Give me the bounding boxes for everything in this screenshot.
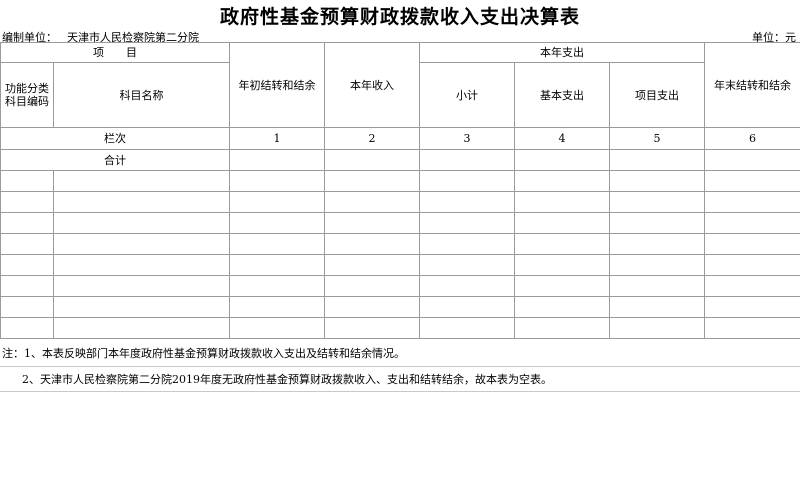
- table-row: [0, 212, 800, 234]
- total-label: 合计: [0, 149, 230, 171]
- total-cell: [229, 149, 325, 171]
- divider: [0, 391, 800, 392]
- header-expense-group: 本年支出: [419, 42, 705, 63]
- table-row: [0, 170, 800, 192]
- index-cell: 2: [324, 127, 420, 150]
- total-cell: [704, 149, 800, 171]
- total-cell: [609, 149, 705, 171]
- total-cell: [514, 149, 610, 171]
- table-row: [0, 296, 800, 318]
- note-2: 2、天津市人民检察院第二分院2019年度无政府性基金预算财政拨款收入、支出和结转…: [22, 373, 552, 386]
- index-row: 栏次 1 2 3 4 5 6: [0, 127, 800, 150]
- report-title: 政府性基金预算财政拨款收入支出决算表: [219, 6, 580, 28]
- index-cell: 4: [514, 127, 610, 150]
- header-subtotal: 小计: [419, 62, 515, 128]
- index-cell: 5: [609, 127, 705, 150]
- header-func-code: 功能分类 科目编码: [0, 62, 54, 128]
- table-row: [0, 191, 800, 213]
- header-item: 项 目: [0, 42, 230, 63]
- total-row: 合计: [0, 149, 800, 171]
- table-row: [0, 317, 800, 339]
- total-cell: [324, 149, 420, 171]
- table-row: [0, 254, 800, 276]
- header-begin-balance: 年初结转和结余: [229, 42, 325, 128]
- index-cell: 3: [419, 127, 515, 150]
- report-table: 项 目 年初结转和结余 本年收入 本年支出 年末结转和结余 功能分类 科目编码 …: [0, 42, 800, 339]
- header-project: 项目支出: [609, 62, 705, 128]
- divider: [0, 366, 800, 367]
- index-cell: 1: [229, 127, 325, 150]
- total-cell: [419, 149, 515, 171]
- index-label: 栏次: [0, 127, 230, 150]
- header-subject-name: 科目名称: [53, 62, 230, 128]
- note-1: 注：1、本表反映部门本年度政府性基金预算财政拨款收入支出及结转和结余情况。: [2, 347, 405, 360]
- header-end-balance: 年末结转和结余: [704, 42, 800, 128]
- table-row: [0, 275, 800, 297]
- index-cell: 6: [704, 127, 800, 150]
- header-row-1: 项 目 年初结转和结余 本年收入 本年支出 年末结转和结余: [0, 42, 800, 128]
- header-income: 本年收入: [324, 42, 420, 128]
- header-basic: 基本支出: [514, 62, 610, 128]
- table-row: [0, 233, 800, 255]
